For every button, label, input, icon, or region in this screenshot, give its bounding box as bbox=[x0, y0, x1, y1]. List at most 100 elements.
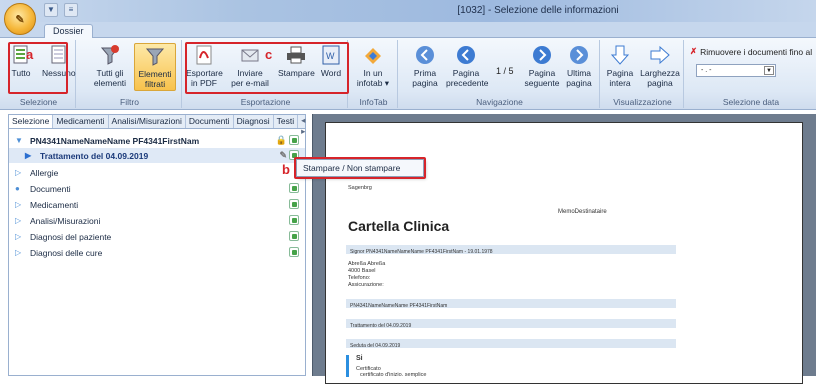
group-label-navigazione: Navigazione bbox=[476, 97, 523, 107]
doc-bar-patient-text: Signor PN4341NameNameName PF4341FirstNam… bbox=[350, 249, 493, 255]
tree-trattamento-row[interactable]: ▶ Trattamento del 04.09.2019 ✎ bbox=[9, 148, 305, 163]
patient-name: PN4341NameNameName PF4341FirstNam bbox=[30, 135, 200, 146]
doc-bar-trattamento-text: Trattamento del 04.09.2019 bbox=[350, 323, 412, 329]
export-pdf-label: Esportare in PDF bbox=[186, 68, 223, 88]
group-label-esportazione: Esportazione bbox=[240, 97, 291, 107]
ribbon: Tutto Nessuno Selezione Tutti gli elemen… bbox=[0, 38, 816, 110]
word-icon: W bbox=[320, 44, 342, 66]
tab-analisi[interactable]: Analisi/Misurazioni bbox=[109, 115, 186, 128]
page-indicator: 1 / 5 bbox=[496, 66, 514, 76]
doc-bar-trattamento: Trattamento del 04.09.2019 bbox=[346, 319, 676, 329]
arrow-right-icon bbox=[649, 44, 671, 66]
print-status-icon[interactable] bbox=[289, 183, 299, 193]
print-toggle-popup[interactable]: Stampare / Non stampare bbox=[296, 159, 424, 177]
tree-item[interactable]: ▷ Diagnosi del paziente bbox=[9, 229, 305, 244]
expand-right-icon[interactable]: ▷ bbox=[15, 168, 25, 177]
filtered-elements-label: Elementi filtrati bbox=[138, 69, 172, 89]
infotab-button[interactable]: In un infotab ▾ bbox=[356, 44, 390, 88]
document-preview[interactable]: Sagenbrg MemoDestinataire Cartella Clini… bbox=[312, 114, 816, 384]
tree-item[interactable]: ▷ Diagnosi delle cure bbox=[9, 245, 305, 260]
send-email-label: Inviare per e-mail bbox=[231, 68, 269, 88]
first-page-button[interactable]: Prima pagina bbox=[410, 44, 440, 88]
tab-selezione[interactable]: Selezione bbox=[9, 115, 54, 128]
print-status-icon[interactable] bbox=[289, 231, 299, 241]
doc-address-line: Assicurazione: bbox=[348, 282, 384, 288]
expand-right-icon[interactable]: ▷ bbox=[15, 200, 25, 209]
filter-all-icon bbox=[99, 44, 121, 66]
lock-icon: 🔒 bbox=[275, 135, 287, 145]
export-pdf-button[interactable]: Esportare in PDF bbox=[186, 44, 223, 88]
marker-a: a bbox=[26, 47, 34, 62]
group-selezione-data: ✗ Rimuovere i documenti fino al - . - ▼ … bbox=[686, 40, 816, 108]
date-value: - . - bbox=[701, 67, 712, 74]
word-label: Word bbox=[320, 68, 342, 78]
tab-documenti[interactable]: Documenti bbox=[186, 115, 234, 128]
group-label-infotab: InfoTab bbox=[359, 97, 388, 107]
next-page-button[interactable]: Pagina seguente bbox=[524, 44, 560, 88]
full-page-button[interactable]: Pagina intera bbox=[606, 44, 634, 88]
tree-item[interactable]: ▷ Allergie bbox=[9, 165, 305, 180]
group-visualizzazione: Pagina intera Larghezza pagina Visualizz… bbox=[602, 40, 684, 108]
select-none-button[interactable]: Nessuno bbox=[42, 44, 76, 78]
tree-item[interactable]: ▷ Analisi/Misurazioni bbox=[9, 213, 305, 228]
doc-bar-name-text: PN4341NameNameName PF4341FirstNam bbox=[350, 303, 448, 309]
doc-title: Cartella Clinica bbox=[348, 218, 450, 234]
tab-scroll-arrows[interactable]: ◂ ▸ bbox=[298, 115, 308, 136]
tree-item[interactable]: ● Documenti bbox=[9, 181, 305, 196]
expand-down-icon[interactable]: ▼ bbox=[15, 136, 25, 145]
last-page-button[interactable]: Ultima pagina bbox=[564, 44, 594, 88]
last-page-label: Ultima pagina bbox=[566, 68, 592, 88]
infotab-icon bbox=[362, 44, 384, 66]
first-page-icon bbox=[414, 44, 436, 66]
pdf-icon bbox=[193, 44, 215, 66]
expand-right-icon[interactable]: ▷ bbox=[15, 232, 25, 241]
group-infotab: In un infotab ▾ InfoTab bbox=[350, 40, 398, 108]
filtered-elements-button[interactable]: Elementi filtrati bbox=[134, 43, 176, 91]
doc-address-line: Abreßa Abreßa bbox=[348, 261, 386, 267]
window-title: [1032] - Selezione delle informazioni bbox=[457, 5, 619, 16]
ribbon-tab-row: Dossier bbox=[0, 22, 816, 39]
group-filtro: Tutti gli elementi Elementi filtrati Fil… bbox=[78, 40, 182, 108]
page-width-button[interactable]: Larghezza pagina bbox=[640, 44, 680, 88]
chevron-down-icon: ▼ bbox=[764, 66, 774, 75]
remove-documents-button[interactable]: ✗ Rimuovere i documenti fino al bbox=[690, 46, 812, 57]
print-status-icon[interactable] bbox=[289, 135, 299, 145]
app-logo-icon: ✎ bbox=[15, 13, 25, 26]
print-toggle-label: Stampare / Non stampare bbox=[303, 163, 401, 173]
doc-bar-seduta: Seduta del 04.09.2019 bbox=[346, 339, 676, 349]
previous-page-button[interactable]: Pagina precedente bbox=[446, 44, 489, 88]
edit-icon: ✎ bbox=[279, 150, 287, 160]
expand-right-icon[interactable]: ▶ bbox=[25, 151, 35, 160]
app-menu-button[interactable]: ✎ bbox=[4, 3, 36, 35]
expand-right-icon[interactable]: ▷ bbox=[15, 216, 25, 225]
remove-icon: ✗ bbox=[690, 46, 698, 56]
doc-cert-line: certificato d'inizio. semplice bbox=[360, 372, 427, 378]
group-label-selezione-data: Selezione data bbox=[722, 97, 780, 107]
send-email-button[interactable]: Inviare per e-mail bbox=[230, 44, 270, 88]
previous-page-label: Pagina precedente bbox=[446, 68, 489, 88]
printer-icon bbox=[285, 44, 307, 66]
doc-bar-name: PN4341NameNameName PF4341FirstNam bbox=[346, 299, 676, 309]
select-all-label: Tutto bbox=[11, 68, 31, 78]
date-select[interactable]: - . - ▼ bbox=[696, 64, 776, 77]
all-elements-button[interactable]: Tutti gli elementi bbox=[92, 44, 128, 88]
panel-tabs: Selezione Medicamenti Analisi/Misurazion… bbox=[9, 115, 308, 136]
tab-dossier[interactable]: Dossier bbox=[44, 24, 93, 39]
print-status-icon[interactable] bbox=[289, 199, 299, 209]
print-button[interactable]: Stampare bbox=[278, 44, 315, 78]
tab-testi[interactable]: Testi bbox=[274, 115, 299, 128]
tree-item-label: Analisi/Misurazioni bbox=[30, 215, 101, 226]
group-label-visualizzazione: Visualizzazione bbox=[613, 97, 672, 107]
print-status-icon[interactable] bbox=[289, 215, 299, 225]
tab-medicamenti[interactable]: Medicamenti bbox=[53, 115, 109, 128]
tree-item[interactable]: ▷ Medicamenti bbox=[9, 197, 305, 212]
doc-place: Sagenbrg bbox=[348, 185, 372, 191]
tree-patient-row[interactable]: ▼ PN4341NameNameName PF4341FirstNam 🔒 bbox=[9, 133, 305, 148]
tab-diagnosi[interactable]: Diagnosi bbox=[234, 115, 274, 128]
print-status-icon[interactable] bbox=[289, 247, 299, 257]
word-button[interactable]: W Word bbox=[320, 44, 342, 78]
doc-address-line: Telefono: bbox=[348, 275, 371, 281]
arrow-down-icon bbox=[609, 44, 631, 66]
first-page-label: Prima pagina bbox=[412, 68, 438, 88]
expand-right-icon[interactable]: ▷ bbox=[15, 248, 25, 257]
